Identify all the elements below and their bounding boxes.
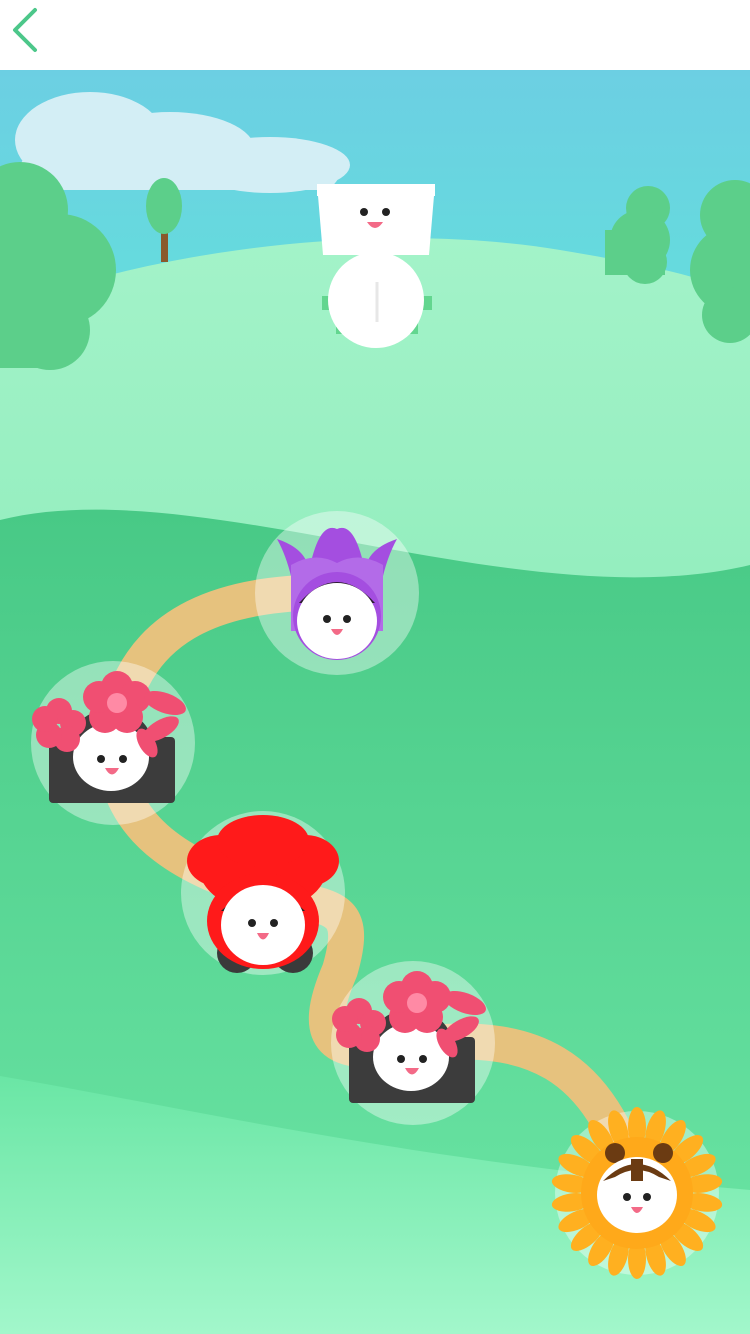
back-button[interactable] [0, 0, 60, 70]
level-node-2[interactable] [31, 661, 195, 825]
top-bar [0, 0, 750, 70]
level-node-3[interactable] [181, 811, 345, 975]
level-node-1[interactable] [255, 511, 419, 675]
level-map [0, 70, 750, 1334]
level-node-5[interactable] [551, 1107, 723, 1279]
chevron-left-icon [13, 8, 37, 52]
game-screen [0, 0, 750, 1334]
level-node-4[interactable] [331, 961, 495, 1125]
